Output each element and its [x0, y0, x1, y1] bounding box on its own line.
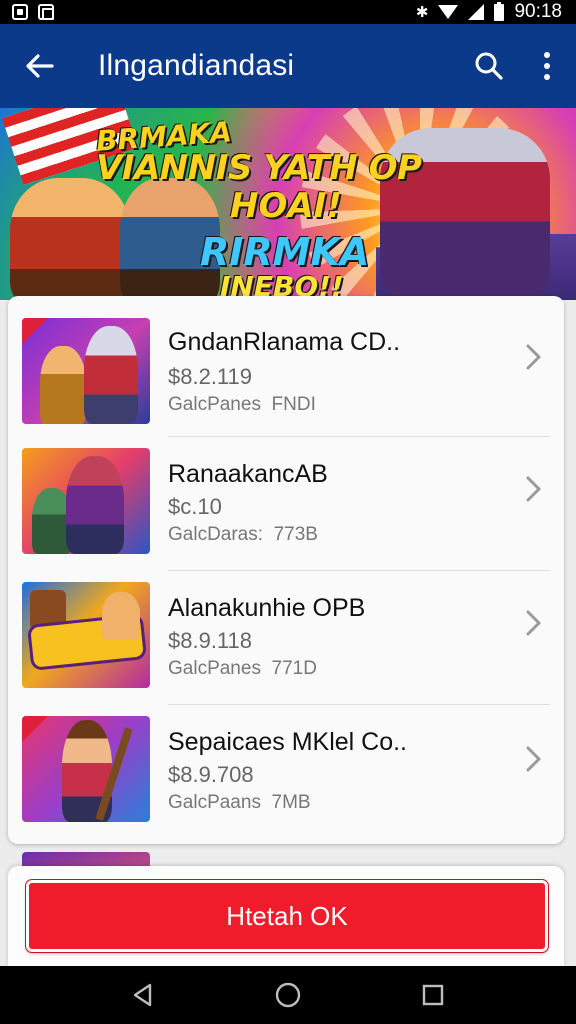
- chevron-right-icon: [526, 610, 541, 636]
- item-price: $c.10: [168, 494, 222, 519]
- app-list: GndanRlanama CD.. $8.2.119 GalcPanes FND…: [8, 296, 564, 844]
- page-title: Ilngandiandasi: [98, 49, 295, 82]
- app-thumbnail: [22, 318, 150, 424]
- item-title: Sepaicaes MKlel Co..: [168, 728, 408, 756]
- item-title: GndanRlanama CD..: [168, 328, 401, 356]
- item-meta-label: GalcPanes: [168, 658, 261, 679]
- chevron-right-icon: [526, 344, 541, 370]
- status-time: 90:18: [514, 1, 562, 22]
- overflow-menu-button[interactable]: [518, 24, 576, 108]
- chevron-right-icon: [526, 476, 541, 502]
- list-item[interactable]: GndanRlanama CD.. $8.2.119 GalcPanes FND…: [8, 296, 564, 430]
- wifi-icon: [438, 5, 459, 19]
- bluetooth-icon: ✱: [415, 4, 429, 21]
- item-title: RanaakancAB: [168, 460, 328, 488]
- square-recents-icon: [423, 984, 444, 1006]
- banner-hero-left: [10, 178, 130, 300]
- app-thumbnail: [22, 716, 150, 822]
- circle-home-icon: [275, 982, 301, 1008]
- back-button[interactable]: [0, 24, 80, 108]
- system-nav-bar: [0, 966, 576, 1024]
- item-meta-label: GalcPanes: [168, 394, 261, 415]
- search-button[interactable]: [460, 24, 518, 108]
- banner-headline-4: RIRMKA: [200, 230, 370, 274]
- item-price: $8.9.118: [168, 628, 253, 653]
- list-item[interactable]: Alanakunhie OPB $8.9.118 GalcPanes 771D: [8, 564, 564, 698]
- banner-headline-2: VIANNIS YATH OP: [96, 148, 422, 188]
- item-meta: GalcPanes 771D: [168, 658, 317, 680]
- status-bar: ✱ 90:18: [0, 0, 576, 24]
- list-item[interactable]: Sepaicaes MKlel Co.. $8.9.708 GalcPaans …: [8, 698, 564, 832]
- more-vertical-icon: [544, 52, 550, 80]
- primary-action-button[interactable]: Htetah OK: [25, 879, 549, 953]
- nav-back-button[interactable]: [123, 975, 163, 1015]
- triangle-back-icon: [133, 983, 151, 1007]
- item-meta: GalcDaras: 773B: [168, 524, 318, 546]
- item-price: $8.2.119: [168, 364, 253, 389]
- chevron-right-icon: [526, 746, 541, 772]
- item-meta-label: GalcDaras:: [168, 524, 264, 545]
- item-meta-value: 771D: [271, 658, 317, 679]
- app-bar: Ilngandiandasi: [0, 24, 576, 108]
- item-meta: GalcPaans 7MB: [168, 792, 311, 814]
- item-meta-value: 773B: [273, 524, 318, 545]
- app-thumbnail: [22, 448, 150, 554]
- notification-icon: [12, 4, 28, 20]
- search-icon: [475, 52, 503, 80]
- arrow-left-icon: [26, 54, 54, 78]
- item-price: $8.9.708: [168, 762, 254, 787]
- battery-icon: [494, 1, 505, 21]
- item-meta: GalcPanes FNDI: [168, 394, 316, 416]
- item-meta-label: GalcPaans: [168, 792, 261, 813]
- list-item[interactable]: RanaakancAB $c.10 GalcDaras: 773B: [8, 430, 564, 564]
- nav-home-button[interactable]: [268, 975, 308, 1015]
- signal-icon: [468, 4, 485, 20]
- item-meta-value: 7MB: [271, 792, 311, 813]
- nav-recents-button[interactable]: [413, 975, 453, 1015]
- item-title: Alanakunhie OPB: [168, 594, 366, 622]
- item-meta-value: FNDI: [271, 394, 316, 415]
- promo-banner[interactable]: BRMAKA VIANNIS YATH OP HOAI! RIRMKA INEB…: [0, 108, 576, 300]
- app-thumbnail: [22, 582, 150, 688]
- notification-icon-secondary: [38, 4, 54, 20]
- banner-headline-3: HOAI!: [230, 186, 342, 226]
